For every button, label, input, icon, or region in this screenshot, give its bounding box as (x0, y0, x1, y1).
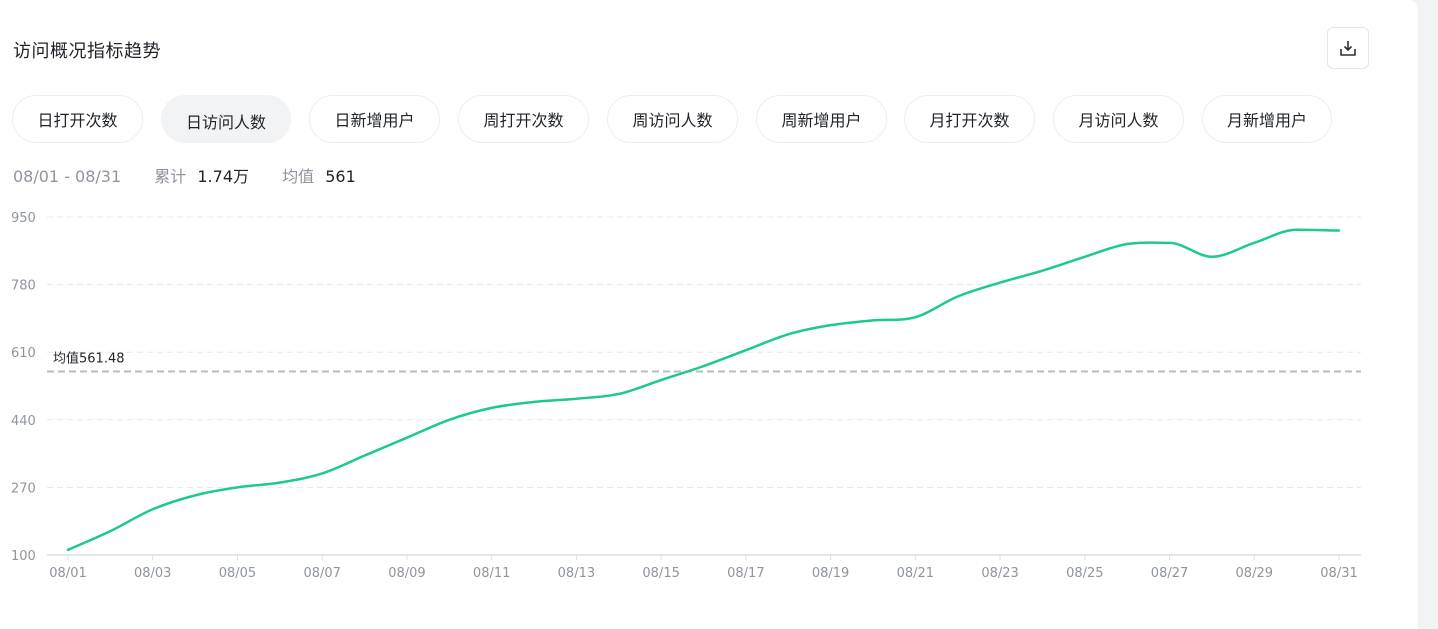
data-point (66, 548, 70, 552)
x-tick-label: 08/27 (1151, 566, 1188, 581)
data-point (871, 318, 875, 322)
data-point (659, 378, 663, 382)
average-line-label: 均值561.48 (53, 350, 125, 366)
data-point (1252, 241, 1256, 245)
x-tick-label: 08/31 (1320, 566, 1357, 581)
data-point (405, 436, 409, 440)
x-tick-label: 08/21 (897, 566, 934, 581)
y-tick-label: 270 (11, 481, 36, 496)
data-point (1337, 229, 1341, 233)
data-point (617, 392, 621, 396)
trend-chart: 100 270 440 610 780 950 08/01 08/03 08/05 08/07 08… (11, 211, 1361, 581)
data-point (363, 454, 367, 458)
data-point (1295, 228, 1299, 232)
data-point (235, 485, 239, 489)
x-tick-label: 08/29 (1236, 566, 1273, 581)
y-tick-label: 100 (11, 549, 36, 564)
data-point (1125, 242, 1129, 246)
x-tick-label: 08/07 (303, 566, 340, 581)
data-point (998, 281, 1002, 285)
x-tick-label: 08/13 (558, 566, 595, 581)
series-line (66, 228, 1341, 552)
data-point (786, 332, 790, 336)
x-tick-label: 08/19 (812, 566, 849, 581)
x-tick-label: 08/23 (981, 566, 1018, 581)
x-tick-label: 08/17 (727, 566, 764, 581)
x-tick-label: 08/25 (1066, 566, 1103, 581)
data-point (1083, 255, 1087, 259)
trend-card: 访问概况指标趋势 日打开次数 日访问人数 日新增用户 周打开次数 周访问人数 周… (0, 0, 1418, 629)
data-point (1210, 255, 1214, 259)
data-point (278, 481, 282, 485)
x-tick-label: 08/03 (134, 566, 171, 581)
data-point (829, 323, 833, 327)
data-point (447, 418, 451, 422)
data-point (320, 471, 324, 475)
x-tick-label: 08/01 (49, 566, 86, 581)
data-point (490, 406, 494, 410)
data-point (532, 400, 536, 404)
y-tick-label: 780 (11, 279, 36, 294)
data-point (193, 493, 197, 497)
data-point (151, 507, 155, 511)
data-point (574, 397, 578, 401)
data-point (744, 348, 748, 352)
data-point (108, 529, 112, 533)
data-point (702, 364, 706, 368)
y-tick-label: 950 (11, 211, 36, 226)
data-point (913, 315, 917, 319)
data-point (1168, 241, 1172, 245)
x-tick-label: 08/05 (219, 566, 256, 581)
data-point (1040, 269, 1044, 273)
x-tick-label: 08/11 (473, 566, 510, 581)
x-tick-label: 08/15 (642, 566, 679, 581)
x-tick-label: 08/09 (388, 566, 425, 581)
y-tick-label: 610 (11, 346, 36, 361)
data-point (956, 295, 960, 299)
y-tick-label: 440 (11, 414, 36, 429)
